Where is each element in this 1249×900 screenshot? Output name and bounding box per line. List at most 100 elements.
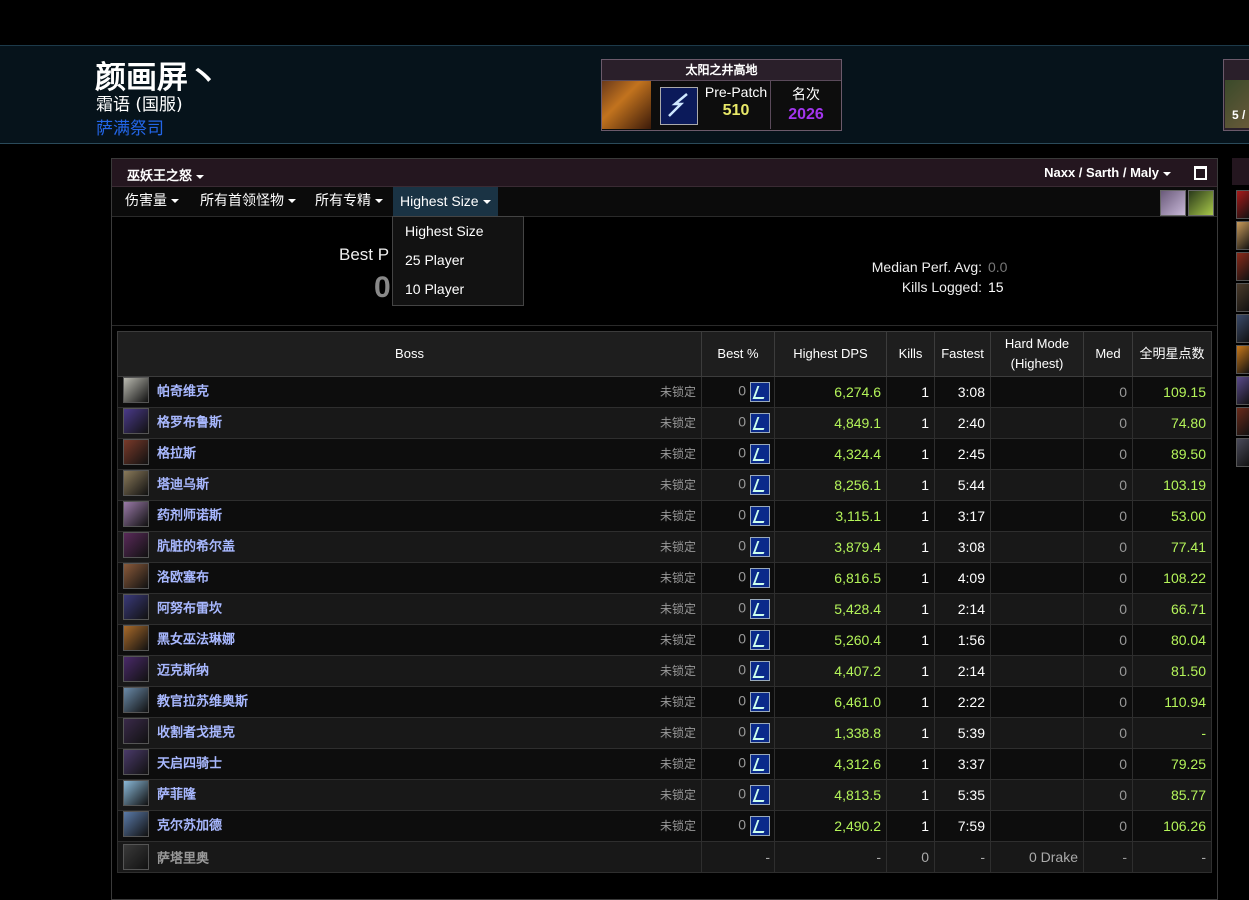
- table-row[interactable]: 天启四骑士 未锁定 0 4,312.6 1 3:37 0 79.25: [117, 748, 1212, 780]
- boss-cell[interactable]: 迈克斯纳 未锁定: [117, 655, 702, 687]
- spec-lightning-icon[interactable]: [750, 816, 770, 836]
- side-item-icon[interactable]: [1236, 376, 1249, 405]
- side-item-icon[interactable]: [1236, 252, 1249, 281]
- table-row[interactable]: 萨菲隆 未锁定 0 4,813.5 1 5:35 0 85.77: [117, 779, 1212, 811]
- table-row[interactable]: 黑女巫法琳娜 未锁定 0 5,260.4 1 1:56 0 80.04: [117, 624, 1212, 656]
- column-header-kills[interactable]: Kills: [886, 331, 935, 377]
- spec-lightning-icon[interactable]: [750, 568, 770, 588]
- spec-lightning-icon[interactable]: [750, 630, 770, 650]
- table-row[interactable]: 克尔苏加德 未锁定 0 2,490.2 1 7:59 0 106.26: [117, 810, 1212, 842]
- fastest-cell[interactable]: 5:44: [934, 469, 991, 501]
- fastest-cell[interactable]: 2:14: [934, 655, 991, 687]
- boss-filter[interactable]: 所有首领怪物: [193, 187, 303, 216]
- table-row[interactable]: 格罗布鲁斯 未锁定 0 4,849.1 1 2:40 0 74.80: [117, 407, 1212, 439]
- spec-lightning-icon[interactable]: [750, 475, 770, 495]
- boss-name-link[interactable]: 萨塔里奥: [157, 852, 209, 867]
- boss-name-link[interactable]: 格拉斯: [157, 447, 196, 462]
- boss-cell[interactable]: 药剂师诺斯 未锁定: [117, 500, 702, 532]
- spec-lightning-icon[interactable]: [750, 537, 770, 557]
- side-item-icon[interactable]: [1236, 190, 1249, 219]
- spec-lightning-icon[interactable]: [750, 754, 770, 774]
- zone-select[interactable]: 巫妖王之怒: [127, 165, 205, 184]
- fastest-cell[interactable]: 2:14: [934, 593, 991, 625]
- fastest-cell[interactable]: 3:08: [934, 531, 991, 563]
- fastest-cell[interactable]: -: [934, 841, 991, 873]
- highest-dps-cell[interactable]: 6,816.5: [774, 562, 887, 594]
- boss-name-link[interactable]: 迈克斯纳: [157, 664, 209, 679]
- spec-lightning-icon[interactable]: [750, 444, 770, 464]
- spec-lightning-icon[interactable]: [750, 723, 770, 743]
- boss-name-link[interactable]: 克尔苏加德: [157, 819, 222, 834]
- boss-name-link[interactable]: 药剂师诺斯: [157, 509, 222, 524]
- character-icon[interactable]: [1160, 190, 1186, 216]
- highest-dps-cell[interactable]: 4,849.1: [774, 407, 887, 439]
- table-row[interactable]: 肮脏的希尔盖 未锁定 0 3,879.4 1 3:08 0 77.41: [117, 531, 1212, 563]
- column-header-stars[interactable]: 全明星点数: [1132, 331, 1212, 377]
- fastest-cell[interactable]: 2:40: [934, 407, 991, 439]
- highest-dps-cell[interactable]: 6,274.6: [774, 376, 887, 408]
- table-row[interactable]: 萨塔里奥 - -0-0 Drake - -: [117, 841, 1212, 873]
- highest-dps-cell[interactable]: 1,338.8: [774, 717, 887, 749]
- highest-dps-cell[interactable]: 6,461.0: [774, 686, 887, 718]
- table-row[interactable]: 塔迪乌斯 未锁定 0 8,256.1 1 5:44 0 103.19: [117, 469, 1212, 501]
- table-row[interactable]: 帕奇维克 未锁定 0 6,274.6 1 3:08 0 109.15: [117, 376, 1212, 408]
- boss-name-link[interactable]: 格罗布鲁斯: [157, 416, 222, 431]
- column-header-dps[interactable]: Highest DPS: [774, 331, 887, 377]
- table-row[interactable]: 收割者戈提克 未锁定 0 1,338.8 1 5:39 0-: [117, 717, 1212, 749]
- spec-lightning-icon[interactable]: [750, 382, 770, 402]
- boss-cell[interactable]: 教官拉苏维奥斯 未锁定: [117, 686, 702, 718]
- boss-name-link[interactable]: 塔迪乌斯: [157, 478, 209, 493]
- side-item-icon[interactable]: [1236, 314, 1249, 343]
- spec-lightning-icon[interactable]: [750, 692, 770, 712]
- boss-cell[interactable]: 天启四骑士 未锁定: [117, 748, 702, 780]
- fastest-cell[interactable]: 4:09: [934, 562, 991, 594]
- fastest-cell[interactable]: 1:56: [934, 624, 991, 656]
- fastest-cell[interactable]: 3:37: [934, 748, 991, 780]
- boss-cell[interactable]: 帕奇维克 未锁定: [117, 376, 702, 408]
- boss-name-link[interactable]: 肮脏的希尔盖: [157, 540, 235, 555]
- fastest-cell[interactable]: 5:39: [934, 717, 991, 749]
- highest-dps-cell[interactable]: 4,813.5: [774, 779, 887, 811]
- table-row[interactable]: 格拉斯 未锁定 0 4,324.4 1 2:45 0 89.50: [117, 438, 1212, 470]
- table-row[interactable]: 药剂师诺斯 未锁定 0 3,115.1 1 3:17 0 53.00: [117, 500, 1212, 532]
- boss-name-link[interactable]: 天启四骑士: [157, 757, 222, 772]
- side-item-icon[interactable]: [1236, 283, 1249, 312]
- boss-cell[interactable]: 洛欧塞布 未锁定: [117, 562, 702, 594]
- fastest-cell[interactable]: 5:35: [934, 779, 991, 811]
- column-header-boss[interactable]: Boss: [117, 331, 702, 377]
- boss-cell[interactable]: 塔迪乌斯 未锁定: [117, 469, 702, 501]
- column-header-med[interactable]: Med: [1083, 331, 1133, 377]
- highest-dps-cell[interactable]: -: [774, 841, 887, 873]
- column-header-hardmode[interactable]: Hard Mode (Highest): [990, 331, 1084, 377]
- spec-lightning-icon[interactable]: [750, 506, 770, 526]
- highest-dps-cell[interactable]: 8,256.1: [774, 469, 887, 501]
- zone-ranking-box[interactable]: 太阳之井高地 Pre-Patch 510 名次 2026: [601, 59, 842, 131]
- zone-ranking-box-2[interactable]: 5 /: [1223, 59, 1249, 131]
- spec-lightning-icon[interactable]: [750, 661, 770, 681]
- highest-dps-cell[interactable]: 4,324.4: [774, 438, 887, 470]
- table-row[interactable]: 阿努布雷坎 未锁定 0 5,428.4 1 2:14 0 66.71: [117, 593, 1212, 625]
- boss-name-link[interactable]: 阿努布雷坎: [157, 602, 222, 617]
- side-item-icon[interactable]: [1236, 438, 1249, 467]
- highest-dps-cell[interactable]: 4,312.6: [774, 748, 887, 780]
- table-row[interactable]: 教官拉苏维奥斯 未锁定 0 6,461.0 1 2:22 0 110.94: [117, 686, 1212, 718]
- boss-name-link[interactable]: 洛欧塞布: [157, 571, 209, 586]
- column-header-fastest[interactable]: Fastest: [934, 331, 991, 377]
- key-icon[interactable]: [1188, 190, 1214, 216]
- fastest-cell[interactable]: 3:08: [934, 376, 991, 408]
- spec-filter[interactable]: 所有专精: [308, 187, 390, 216]
- highest-dps-cell[interactable]: 3,115.1: [774, 500, 887, 532]
- table-row[interactable]: 洛欧塞布 未锁定 0 6,816.5 1 4:09 0 108.22: [117, 562, 1212, 594]
- boss-name-link[interactable]: 帕奇维克: [157, 385, 209, 400]
- highest-dps-cell[interactable]: 2,490.2: [774, 810, 887, 842]
- dropdown-option-25-player[interactable]: 25 Player: [393, 246, 523, 275]
- fastest-cell[interactable]: 2:45: [934, 438, 991, 470]
- partition-select[interactable]: Naxx / Sarth / Maly: [1044, 165, 1171, 180]
- boss-cell[interactable]: 黑女巫法琳娜 未锁定: [117, 624, 702, 656]
- size-filter[interactable]: Highest Size: [393, 187, 498, 216]
- spec-lightning-icon[interactable]: [750, 785, 770, 805]
- boss-cell[interactable]: 格罗布鲁斯 未锁定: [117, 407, 702, 439]
- side-item-icon[interactable]: [1236, 221, 1249, 250]
- boss-name-link[interactable]: 黑女巫法琳娜: [157, 633, 235, 648]
- boss-cell[interactable]: 萨塔里奥: [117, 841, 702, 873]
